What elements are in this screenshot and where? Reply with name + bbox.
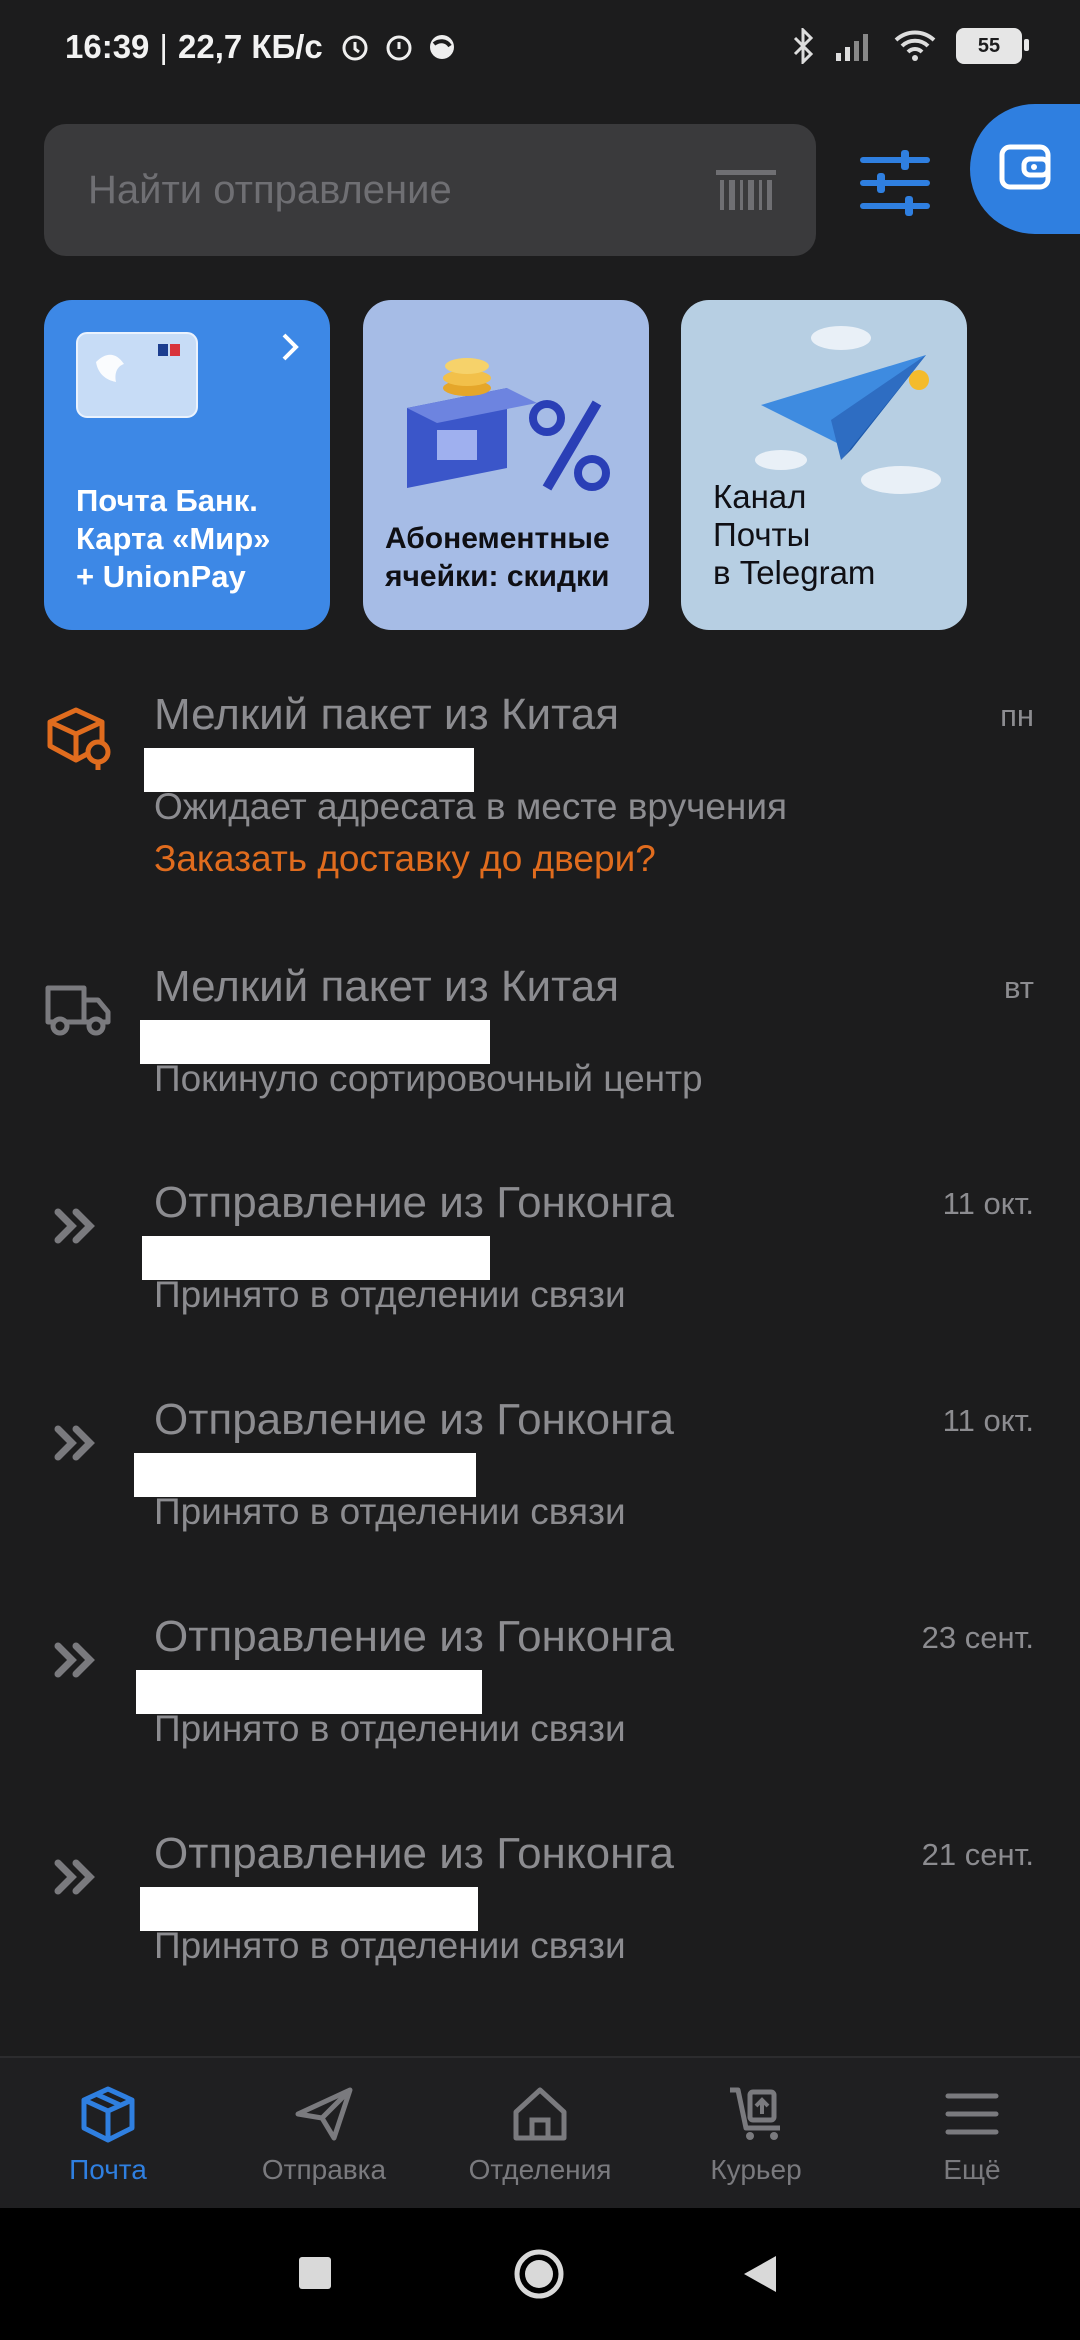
nav-label: Отправка bbox=[261, 2154, 387, 2185]
banner-text: Абонементные ячейки: скидки bbox=[385, 522, 610, 593]
double-chevron-icon bbox=[54, 1208, 95, 1244]
shipment-title: Мелкий пакет из Китая bbox=[154, 962, 620, 1011]
app-notification-icon bbox=[429, 35, 454, 59]
shipment-title: Отправление из Гонконга bbox=[154, 1395, 674, 1444]
shipment-date: 11 окт. bbox=[942, 1186, 1034, 1221]
paper-plane-icon bbox=[295, 2087, 353, 2141]
clock: 16:39 bbox=[65, 28, 150, 65]
shipment-title: Мелкий пакет из Китая bbox=[154, 690, 620, 739]
alarm-icon bbox=[342, 35, 368, 61]
shipment-title: Отправление из Гонконга bbox=[154, 1612, 674, 1661]
shipment-date: 21 сент. bbox=[921, 1837, 1034, 1872]
double-chevron-icon bbox=[54, 1642, 95, 1678]
bottom-navigation: Почта Отправка Отделения Курьер Ещё bbox=[0, 2056, 1080, 2210]
network-speed: 22,7 КБ/с bbox=[177, 28, 323, 65]
search-input[interactable]: Найти отправление bbox=[88, 168, 452, 213]
shipment-status: Покинуло сортировочный центр bbox=[154, 1058, 703, 1099]
shipment-date: 23 сент. bbox=[921, 1620, 1034, 1655]
shipment-date: вт bbox=[1004, 970, 1034, 1005]
truck-icon bbox=[45, 985, 111, 1036]
wallet-button[interactable] bbox=[970, 104, 1080, 234]
order-door-delivery-link[interactable]: Заказать доставку до двери? bbox=[154, 838, 656, 880]
search-field[interactable]: Найти отправление bbox=[44, 124, 816, 256]
nav-label: Почта bbox=[69, 2154, 147, 2185]
status-right: 55 bbox=[792, 28, 1029, 64]
shipment-status: Принято в отделении связи bbox=[154, 1925, 626, 1966]
signal-icon bbox=[836, 34, 868, 61]
bluetooth-icon bbox=[793, 28, 814, 64]
shipment-item[interactable]: Отправление из Гонконга 11 окт. Принято … bbox=[0, 1395, 1080, 1605]
nav-label: Отделения bbox=[468, 2154, 612, 2185]
shipment-date: пн bbox=[1000, 698, 1034, 733]
banner-mailbox-cells[interactable]: Абонементные ячейки: скидки bbox=[363, 300, 649, 630]
bank-card-illustration bbox=[76, 332, 198, 418]
parcel-box-icon bbox=[81, 2086, 135, 2143]
home-icon[interactable] bbox=[513, 2248, 565, 2300]
paper-plane-illustration bbox=[755, 326, 941, 494]
banner-text: Почта Банк. Карта «Мир» + UnionPay bbox=[76, 483, 271, 594]
shipment-item[interactable]: Отправление из Гонконга 11 окт. Принято … bbox=[0, 1178, 1080, 1388]
shipment-date: 11 окт. bbox=[942, 1403, 1034, 1438]
package-location-icon bbox=[47, 707, 111, 770]
double-chevron-icon bbox=[54, 1859, 95, 1895]
wallet-icon bbox=[999, 144, 1051, 190]
shipment-status: Ожидает адресата в месте вручения bbox=[154, 786, 788, 827]
shipment-status: Принято в отделении связи bbox=[154, 1708, 626, 1749]
system-navigation-bar bbox=[0, 2208, 1080, 2340]
nav-item-pochta[interactable]: Почта bbox=[0, 2058, 216, 2210]
banner-pochta-bank-card[interactable]: Почта Банк. Карта «Мир» + UnionPay bbox=[44, 300, 330, 630]
wifi-icon bbox=[894, 30, 936, 61]
nav-item-courier[interactable]: Курьер bbox=[648, 2058, 864, 2210]
post-office-icon bbox=[513, 2087, 567, 2141]
alarm-icon bbox=[386, 35, 412, 61]
recent-apps-icon[interactable] bbox=[298, 2256, 332, 2290]
status-bar: 16:39 | 22,7 КБ/с 55 bbox=[0, 0, 1080, 100]
shipment-status: Принято в отделении связи bbox=[154, 1491, 626, 1532]
battery-indicator: 55 bbox=[956, 28, 1029, 64]
banner-text: Канал Почты в Telegram bbox=[713, 478, 876, 591]
shipment-title: Отправление из Гонконга bbox=[154, 1178, 674, 1227]
shipment-item[interactable]: Мелкий пакет из Китая вт Покинуло сортир… bbox=[0, 962, 1080, 1172]
status-separator: | bbox=[159, 28, 168, 65]
chevron-right-icon bbox=[282, 333, 299, 361]
shipment-status: Принято в отделении связи bbox=[154, 1274, 626, 1315]
nav-item-send[interactable]: Отправка bbox=[216, 2058, 432, 2210]
banner-telegram-channel[interactable]: Канал Почты в Telegram bbox=[681, 300, 967, 630]
shipment-item[interactable]: Отправление из Гонконга 23 сент. Принято… bbox=[0, 1612, 1080, 1822]
nav-item-offices[interactable]: Отделения bbox=[432, 2058, 648, 2210]
nav-item-more[interactable]: Ещё bbox=[864, 2058, 1080, 2210]
courier-cart-icon bbox=[730, 2087, 780, 2140]
filter-sliders-icon[interactable] bbox=[855, 148, 935, 218]
shipment-item[interactable]: Мелкий пакет из Китая пн Ожидает адресат… bbox=[0, 690, 1080, 900]
shipment-title: Отправление из Гонконга bbox=[154, 1829, 674, 1878]
status-left: 16:39 | 22,7 КБ/с bbox=[65, 28, 457, 66]
barcode-scan-icon[interactable] bbox=[716, 166, 776, 214]
cells-discount-illustration bbox=[407, 358, 610, 491]
nav-label: Курьер bbox=[710, 2154, 802, 2185]
hamburger-menu-icon bbox=[945, 2093, 999, 2135]
shipment-item[interactable]: Отправление из Гонконга 21 сент. Принято… bbox=[0, 1829, 1080, 2039]
nav-label: Ещё bbox=[943, 2154, 1001, 2185]
back-icon[interactable] bbox=[742, 2254, 778, 2294]
double-chevron-icon bbox=[54, 1425, 95, 1461]
notification-icons bbox=[339, 31, 457, 63]
